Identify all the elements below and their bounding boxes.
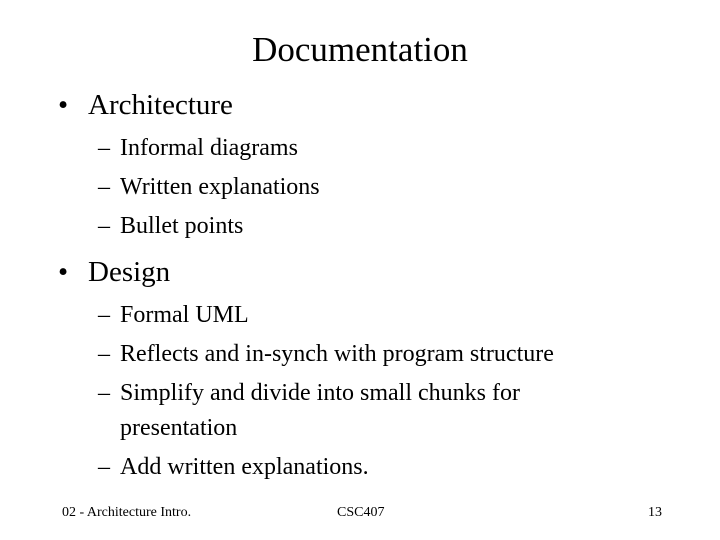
footer-left: 02 - Architecture Intro. [62, 505, 192, 520]
sub-bullet-text: Reflects and in-synch with program struc… [120, 341, 554, 367]
bullet-icon: • [58, 256, 69, 288]
dash-icon: – [98, 341, 110, 367]
sub-bullet: – Bullet points [98, 211, 243, 241]
dash-icon: – [98, 135, 110, 161]
sub-bullet: – Informal diagrams [98, 133, 298, 163]
sub-bullet: – Written explanations [98, 172, 320, 202]
sub-bullet: – Add written explanations. [98, 452, 369, 482]
footer-page-number: 13 [648, 505, 662, 520]
bullet-text: Design [88, 256, 171, 288]
sub-bullet: – Reflects and in-synch with program stru… [98, 339, 554, 369]
bullet-icon: • [58, 89, 69, 121]
sub-bullet-continuation: presentation [120, 415, 238, 441]
sub-bullet: – Simplify and divide into small chunks f… [98, 378, 520, 408]
bullet-text: Architecture [88, 89, 233, 121]
sub-bullet-text: Add written explanations. [120, 454, 369, 480]
sub-bullet-text: Formal UML [120, 302, 249, 328]
dash-icon: – [98, 454, 110, 480]
sub-bullet: – Formal UML [98, 300, 249, 330]
dash-icon: – [98, 213, 110, 239]
bullet-architecture: • Architecture [58, 88, 233, 122]
dash-icon: – [98, 302, 110, 328]
dash-icon: – [98, 380, 110, 406]
sub-bullet-text: Written explanations [120, 174, 320, 200]
sub-bullet-text: Informal diagrams [120, 135, 298, 161]
sub-bullet-text: Bullet points [120, 213, 244, 239]
bullet-design: • Design [58, 255, 170, 289]
slide-title: Documentation [252, 30, 468, 69]
sub-bullet-text: Simplify and divide into small chunks fo… [120, 380, 520, 406]
dash-icon: – [98, 174, 110, 200]
footer-center: CSC407 [337, 505, 385, 520]
